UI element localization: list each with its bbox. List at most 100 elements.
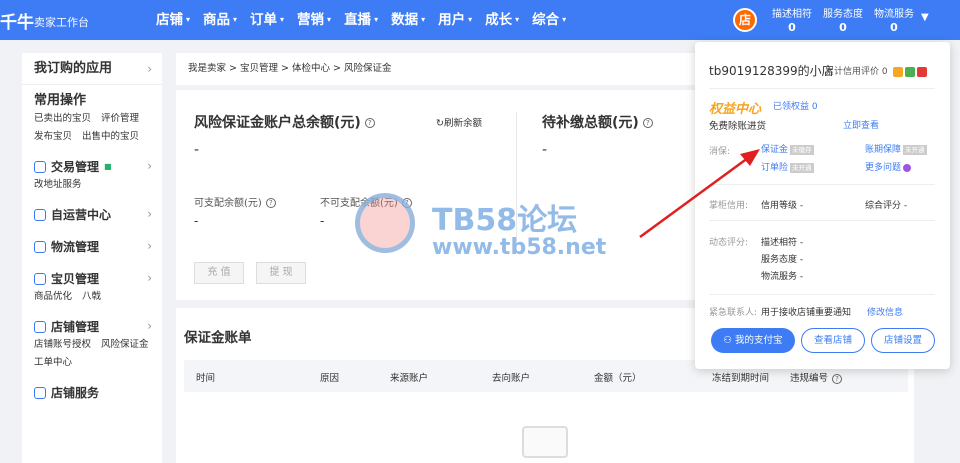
chevron-down-icon: ▾ (374, 15, 379, 24)
balance-title: 风险保证金账户总余额(元)? (194, 112, 375, 132)
nav-orders[interactable]: 订单 ▾ (244, 0, 290, 40)
chevron-right-icon: › (147, 319, 152, 333)
chevron-right-icon: › (147, 207, 152, 221)
stat-description: 描述相符 0 (772, 9, 812, 34)
nav-shop[interactable]: 店铺 ▾ (150, 0, 196, 40)
stat-logistics: 物流服务 0 (874, 9, 914, 34)
chat-icon: ■ (104, 162, 112, 171)
empty-inbox-icon (522, 426, 568, 458)
brand-logo[interactable]: 千牛 (0, 8, 34, 33)
shop-info-popover: tb9019128399的小店 累计信用评价 0 权益中心 已领权益 0 免费除… (695, 42, 950, 369)
badge-icon (892, 66, 903, 77)
items-icon (34, 273, 46, 285)
nav-growth[interactable]: 成长 ▾ (479, 0, 525, 40)
watermark-url: www.tb58.net (432, 235, 607, 260)
rights-center-title[interactable]: 权益中心 (709, 98, 761, 117)
link-account-auth[interactable]: 店铺账号授权 (34, 337, 91, 353)
chevron-down-icon: ▾ (280, 15, 285, 24)
chevron-right-icon: › (147, 62, 152, 76)
view-shop-button[interactable]: 查看店铺 (801, 328, 865, 353)
chevron-right-icon: › (147, 271, 152, 285)
logistics-icon (34, 241, 46, 253)
shop-name[interactable]: tb9019128399的小店 (709, 62, 834, 79)
section-trade: 交易管理 ■ › 改地址服务 (22, 151, 162, 199)
stat-service: 服务态度 0 (823, 9, 863, 34)
help-icon[interactable]: ? (642, 118, 653, 128)
common-actions: 常用操作 已卖出的宝贝 评价管理 发布宝贝 出售中的宝贝 (22, 85, 162, 151)
col-amount: 金额（元） (594, 373, 642, 384)
more-questions-link[interactable]: 更多问题 (865, 160, 912, 173)
modify-info-link[interactable]: 修改信息 (867, 305, 903, 318)
nav-data[interactable]: 数据 ▾ (385, 0, 431, 40)
credit-level: 信用等级 - (761, 201, 804, 211)
service-icon (34, 387, 46, 399)
ledger-title: 保证金账单 (184, 330, 252, 346)
link-publish-item[interactable]: 发布宝贝 (34, 129, 72, 145)
chevron-right-icon: › (147, 239, 152, 253)
section-shop-service: 店铺服务 (22, 377, 162, 409)
help-icon[interactable]: ? (364, 118, 375, 128)
chevron-down-icon: ▾ (468, 15, 473, 24)
link-risk-deposit[interactable]: 风险保证金 (101, 337, 149, 353)
col-target-account: 去向账户 (492, 373, 531, 384)
shield-icon (916, 66, 927, 77)
dynamic-service: 服务态度 - (761, 255, 804, 265)
pending-title: 待补缴总额(元)? (542, 112, 653, 132)
chevron-down-icon: ▾ (562, 15, 567, 24)
distributable-value: - (194, 214, 199, 228)
my-alipay-button[interactable]: ⚇ 我的支付宝 (711, 328, 795, 353)
link-item-optimize[interactable]: 商品优化 (34, 289, 72, 305)
nav-live[interactable]: 直播 ▾ (338, 0, 384, 40)
badge-icon (904, 66, 915, 77)
recharge-button[interactable]: 充 值 (194, 262, 244, 284)
link-items-on-sale[interactable]: 出售中的宝贝 (82, 129, 139, 145)
overall-score: 综合评分 - (865, 201, 908, 211)
guarantee-order-insurance[interactable]: 订单险 未开通 (761, 160, 814, 173)
chevron-right-icon: › (147, 159, 152, 173)
dynamic-score-label: 动态评分: (709, 238, 749, 248)
nav-users[interactable]: 用户 ▾ (432, 0, 478, 40)
col-freeze-expiry: 冻结到期时间 (712, 373, 770, 384)
col-violation-id: 违规编号? (790, 370, 843, 384)
help-icon[interactable]: ? (832, 373, 843, 384)
shop-settings-button[interactable]: 店铺设置 (871, 328, 935, 353)
link-baji[interactable]: 八戟 (82, 289, 101, 305)
section-self-operation: 自运营中心 › (22, 199, 162, 231)
nav-marketing[interactable]: 营销 ▾ (291, 0, 337, 40)
free-text: 免费除账进货 (709, 121, 767, 132)
guarantee-deposit[interactable]: 保证金 未缴存 (761, 142, 814, 155)
section-items: 宝贝管理 › 商品优化 八戟 (22, 263, 162, 311)
chevron-down-icon: ▾ (515, 15, 520, 24)
link-change-address[interactable]: 改地址服务 (34, 177, 82, 193)
help-icon[interactable]: ? (265, 198, 276, 208)
link-review-manage[interactable]: 评价管理 (101, 111, 139, 127)
credit-rating: 累计信用评价 0 (825, 64, 927, 77)
pending-value: - (542, 142, 548, 158)
nav-general[interactable]: 综合 ▾ (526, 0, 572, 40)
breadcrumb: 我是卖家 > 宝贝管理 > 体检中心 > 风险保证金 (176, 53, 696, 85)
withdraw-button[interactable]: 提 现 (256, 262, 306, 284)
dynamic-description: 描述相符 - (761, 238, 804, 248)
nav-goods[interactable]: 商品 ▾ (197, 0, 243, 40)
link-ticket-center[interactable]: 工单中心 (34, 355, 72, 371)
shop-avatar[interactable]: 店 (733, 8, 757, 32)
guarantee-account-period[interactable]: 账期保障 未开通 (865, 142, 927, 155)
sidebar: 我订购的应用 › 常用操作 已卖出的宝贝 评价管理 发布宝贝 出售中的宝贝 交易管… (22, 53, 162, 463)
divider (709, 294, 935, 295)
rights-received-link[interactable]: 已领权益 0 (773, 99, 818, 112)
caret-down-icon[interactable]: ▼ (921, 12, 929, 23)
balance-value: - (194, 142, 200, 158)
shop-icon (34, 321, 46, 333)
view-now-link[interactable]: 立即查看 (843, 118, 879, 131)
alipay-icon: ⚇ (723, 335, 736, 346)
col-source-account: 来源账户 (390, 373, 429, 384)
contact-label: 紧急联系人: (709, 308, 758, 318)
guarantee-label: 消保: (709, 147, 731, 157)
contact-text: 用于接收店铺重要通知 (761, 308, 852, 318)
sidebar-title[interactable]: 我订购的应用 › (22, 53, 162, 85)
divider (709, 184, 935, 185)
divider (709, 220, 935, 221)
col-reason: 原因 (320, 373, 340, 384)
refresh-balance-button[interactable]: ↻刷新余额 (436, 115, 482, 129)
link-sold-items[interactable]: 已卖出的宝贝 (34, 111, 91, 127)
